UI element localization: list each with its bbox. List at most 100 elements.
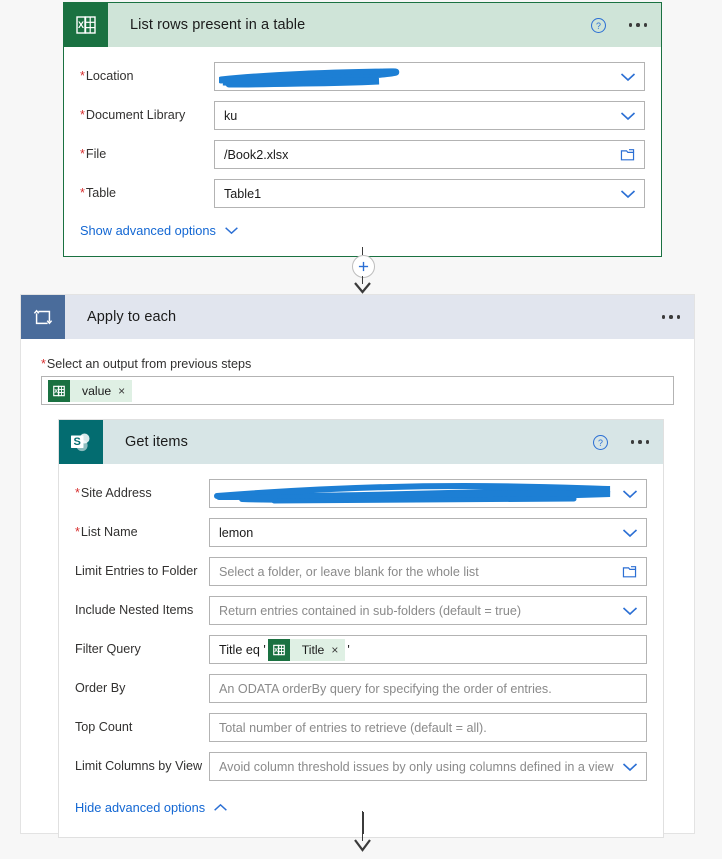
- card-header-get-items[interactable]: S Get items ?: [59, 420, 663, 464]
- placeholder-text: Select a folder, or leave blank for the …: [219, 564, 479, 579]
- card-header-list-rows[interactable]: X List rows present in a table ?: [64, 3, 661, 47]
- file-input[interactable]: /Book2.xlsx: [214, 140, 645, 169]
- filter-query-input[interactable]: Title eq ' X Title × ': [209, 635, 647, 664]
- action-card-apply-to-each[interactable]: Apply to each *Select an output from pre…: [20, 294, 695, 838]
- connector-line: [362, 247, 363, 255]
- add-step-plus-icon[interactable]: [352, 255, 375, 278]
- advanced-options-label: Show advanced options: [80, 223, 216, 238]
- limit-columns-by-view-input[interactable]: Avoid column threshold issues by only us…: [209, 752, 647, 781]
- chevron-down-icon[interactable]: [622, 528, 638, 538]
- required-asterisk: *: [75, 524, 80, 539]
- hide-advanced-options-link[interactable]: Hide advanced options: [59, 786, 663, 833]
- help-icon[interactable]: ?: [590, 17, 607, 34]
- svg-text:?: ?: [596, 20, 601, 30]
- field-row-site-address: *Site Address: [59, 474, 663, 513]
- flow-designer-canvas: X List rows present in a table ? *Locati…: [0, 0, 722, 859]
- field-row-include-nested-items: Include Nested Items Return entries cont…: [59, 591, 663, 630]
- dynamic-content-token-value[interactable]: X value ×: [48, 379, 133, 402]
- filter-query-prefix: Title eq ': [219, 642, 266, 657]
- field-label: *List Name: [75, 524, 138, 539]
- chevron-down-icon[interactable]: [622, 489, 638, 499]
- action-card-list-rows[interactable]: X List rows present in a table ? *Locati…: [63, 2, 662, 257]
- card-body-get-items: *Site Address *List Name lemon Limit Ent…: [59, 464, 663, 837]
- chevron-down-icon: [225, 227, 238, 235]
- remove-token-icon[interactable]: ×: [331, 643, 338, 657]
- sharepoint-icon: S: [59, 420, 103, 464]
- list-name-input[interactable]: lemon: [209, 518, 647, 547]
- connector-arrow-icon: [354, 282, 371, 294]
- location-input[interactable]: [214, 62, 645, 91]
- document-library-value: ku: [224, 108, 238, 123]
- token-label: value ×: [82, 383, 126, 398]
- more-options-icon[interactable]: [627, 17, 650, 33]
- connector-line: [363, 812, 364, 834]
- help-icon[interactable]: ?: [592, 434, 609, 451]
- field-label: *Document Library: [80, 107, 186, 122]
- field-label: *File: [80, 146, 107, 161]
- redaction-scribble: [214, 482, 611, 504]
- site-address-input[interactable]: [209, 479, 647, 508]
- placeholder-text: Return entries contained in sub-folders …: [219, 603, 522, 618]
- select-output-label: *Select an output from previous steps: [41, 357, 252, 371]
- dynamic-content-token-title[interactable]: X Title ×: [267, 638, 346, 661]
- field-label: *Location: [80, 68, 134, 83]
- table-value: Table1: [224, 186, 262, 201]
- card-header-apply-to-each[interactable]: Apply to each: [21, 295, 694, 339]
- excel-icon: X: [64, 3, 108, 47]
- field-row-limit-columns-by-view: Limit Columns by View Avoid column thres…: [59, 747, 663, 786]
- field-row-table: *Table Table1: [64, 174, 661, 213]
- action-card-get-items[interactable]: S Get items ? *Site Address *List Name l…: [58, 419, 664, 838]
- field-row-top-count: Top Count Total number of entries to ret…: [59, 708, 663, 747]
- loop-icon: [21, 295, 65, 339]
- field-row-location: *Location: [64, 57, 661, 96]
- file-value: /Book2.xlsx: [224, 147, 289, 162]
- chevron-down-icon[interactable]: [620, 72, 636, 82]
- excel-icon: X: [267, 638, 290, 661]
- field-label: *Table: [80, 185, 117, 200]
- chevron-down-icon[interactable]: [620, 111, 636, 121]
- field-label: Filter Query: [75, 641, 141, 656]
- field-row-list-name: *List Name lemon: [59, 513, 663, 552]
- chevron-down-icon[interactable]: [622, 762, 638, 772]
- placeholder-text: Total number of entries to retrieve (def…: [219, 720, 487, 735]
- field-label: Limit Entries to Folder: [75, 563, 198, 578]
- svg-text:?: ?: [598, 437, 603, 447]
- redaction-scribble: [219, 68, 400, 88]
- required-asterisk: *: [75, 485, 80, 500]
- connector-arrow-icon: [354, 839, 371, 852]
- field-row-limit-entries-to-folder: Limit Entries to Folder Select a folder,…: [59, 552, 663, 591]
- field-label: Limit Columns by View: [75, 758, 203, 773]
- chevron-down-icon[interactable]: [622, 606, 638, 616]
- field-label: Order By: [75, 680, 126, 695]
- order-by-input[interactable]: An ODATA orderBy query for specifying th…: [209, 674, 647, 703]
- field-label: Top Count: [75, 719, 133, 734]
- document-library-input[interactable]: ku: [214, 101, 645, 130]
- svg-text:X: X: [274, 647, 278, 653]
- select-output-input[interactable]: X value ×: [41, 376, 674, 405]
- svg-text:S: S: [74, 436, 81, 448]
- chevron-down-icon[interactable]: [620, 189, 636, 199]
- filter-query-suffix: ': [347, 642, 350, 657]
- folder-picker-icon[interactable]: [620, 148, 635, 161]
- required-asterisk: *: [80, 107, 85, 122]
- table-input[interactable]: Table1: [214, 179, 645, 208]
- field-label: Include Nested Items: [75, 602, 194, 617]
- field-row-filter-query: Filter Query Title eq ' X Title × ': [59, 630, 663, 669]
- more-options-icon[interactable]: [629, 434, 652, 450]
- card-title: List rows present in a table: [130, 17, 306, 33]
- limit-entries-to-folder-input[interactable]: Select a folder, or leave blank for the …: [209, 557, 647, 586]
- card-body-list-rows: *Location *Document Library ku *File /Bo…: [64, 47, 661, 256]
- required-asterisk: *: [80, 68, 85, 83]
- card-body-apply-to-each: *Select an output from previous steps X: [21, 339, 694, 405]
- remove-token-icon[interactable]: ×: [118, 384, 125, 398]
- required-asterisk: *: [41, 357, 46, 371]
- top-count-input[interactable]: Total number of entries to retrieve (def…: [209, 713, 647, 742]
- required-asterisk: *: [80, 185, 85, 200]
- more-options-icon[interactable]: [660, 309, 683, 325]
- placeholder-text: Avoid column threshold issues by only us…: [219, 759, 614, 774]
- svg-text:X: X: [54, 388, 58, 394]
- field-row-order-by: Order By An ODATA orderBy query for spec…: [59, 669, 663, 708]
- folder-picker-icon[interactable]: [622, 565, 637, 578]
- include-nested-items-input[interactable]: Return entries contained in sub-folders …: [209, 596, 647, 625]
- card-title: Get items: [125, 434, 188, 450]
